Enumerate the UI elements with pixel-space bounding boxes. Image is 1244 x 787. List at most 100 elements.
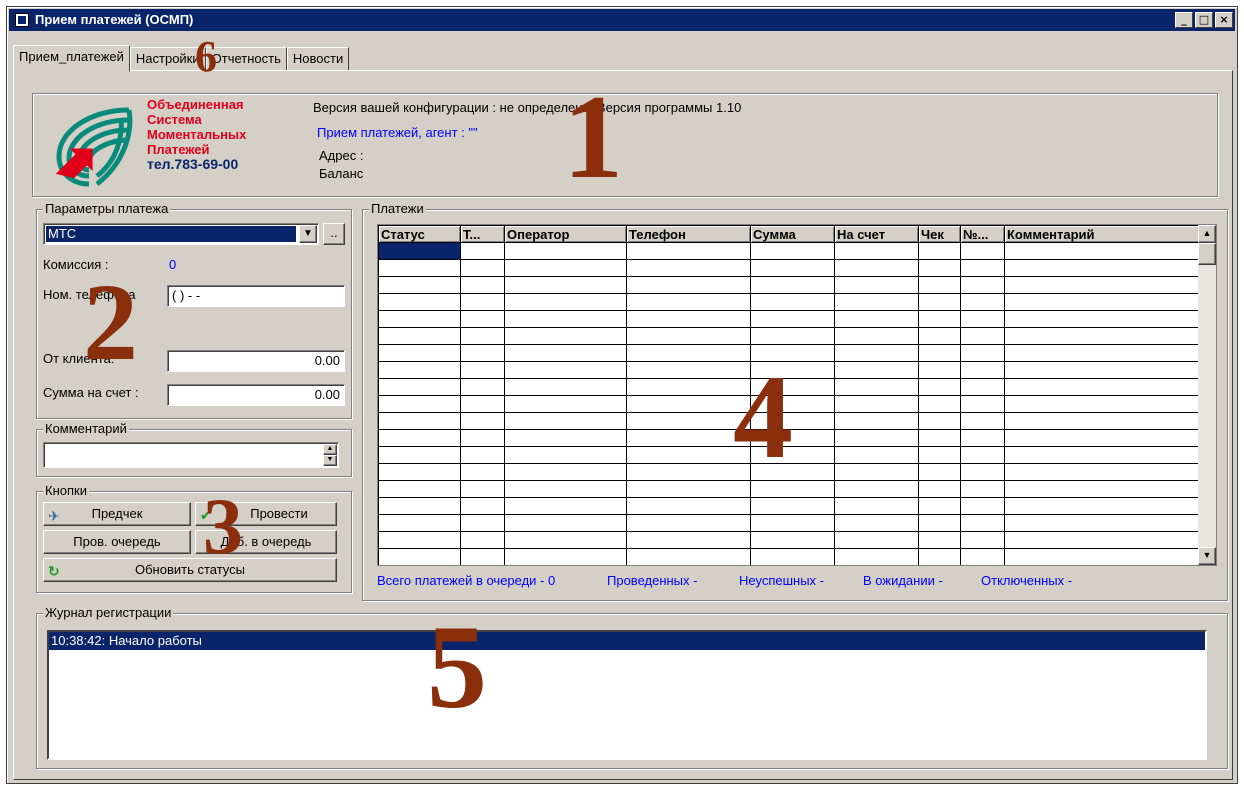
table-cell[interactable] <box>918 395 961 413</box>
table-cell[interactable] <box>750 480 835 498</box>
table-cell[interactable] <box>460 310 505 328</box>
table-cell[interactable] <box>460 480 505 498</box>
table-cell[interactable] <box>626 429 751 447</box>
table-cell[interactable] <box>918 429 961 447</box>
table-cell[interactable] <box>834 429 919 447</box>
table-cell[interactable] <box>1004 293 1201 311</box>
table-cell[interactable] <box>626 497 751 515</box>
table-cell[interactable] <box>378 480 461 498</box>
table-cell[interactable] <box>750 327 835 345</box>
column-header[interactable]: Комментарий <box>1004 225 1201 243</box>
table-cell[interactable] <box>504 242 627 260</box>
table-row[interactable] <box>378 361 1201 379</box>
table-cell[interactable] <box>460 344 505 362</box>
log-entry[interactable]: 10:38:42: Начало работы <box>49 632 1205 650</box>
table-cell[interactable] <box>378 548 461 565</box>
table-cell[interactable] <box>460 531 505 549</box>
table-cell[interactable] <box>460 293 505 311</box>
table-cell[interactable] <box>378 446 461 464</box>
table-row[interactable] <box>378 463 1201 481</box>
table-cell[interactable] <box>626 514 751 532</box>
table-cell[interactable] <box>626 480 751 498</box>
table-cell[interactable] <box>1004 242 1201 260</box>
table-cell[interactable] <box>1004 497 1201 515</box>
title-bar[interactable]: Прием платежей (ОСМП) _ □ × <box>9 9 1235 31</box>
minimize-button[interactable]: _ <box>1175 12 1193 28</box>
table-row[interactable] <box>378 259 1201 277</box>
table-cell[interactable] <box>626 548 751 565</box>
table-cell[interactable] <box>960 259 1005 277</box>
table-cell[interactable] <box>626 344 751 362</box>
table-cell[interactable] <box>1004 548 1201 565</box>
payments-grid[interactable]: Статус Т... Оператор Телефон Сумма На счет Чек… <box>377 224 1217 566</box>
table-cell[interactable] <box>504 514 627 532</box>
from-client-input[interactable]: 0.00 <box>167 350 345 372</box>
table-cell[interactable] <box>750 293 835 311</box>
table-cell[interactable] <box>504 259 627 277</box>
table-cell[interactable] <box>460 242 505 260</box>
table-cell[interactable] <box>460 395 505 413</box>
table-cell[interactable] <box>960 514 1005 532</box>
table-cell[interactable] <box>1004 514 1201 532</box>
table-cell[interactable] <box>960 497 1005 515</box>
table-cell[interactable] <box>378 242 461 260</box>
table-cell[interactable] <box>918 327 961 345</box>
table-cell[interactable] <box>504 293 627 311</box>
comment-input[interactable] <box>43 442 339 468</box>
table-row[interactable] <box>378 480 1201 498</box>
table-cell[interactable] <box>378 293 461 311</box>
table-cell[interactable] <box>960 378 1005 396</box>
table-cell[interactable] <box>1004 531 1201 549</box>
column-header[interactable]: Т... <box>460 225 505 243</box>
table-cell[interactable] <box>834 446 919 464</box>
table-cell[interactable] <box>378 259 461 277</box>
table-cell[interactable] <box>378 310 461 328</box>
table-cell[interactable] <box>626 531 751 549</box>
table-cell[interactable] <box>378 429 461 447</box>
table-cell[interactable] <box>460 446 505 464</box>
table-cell[interactable] <box>626 361 751 379</box>
table-cell[interactable] <box>960 327 1005 345</box>
table-cell[interactable] <box>626 378 751 396</box>
table-cell[interactable] <box>504 310 627 328</box>
table-cell[interactable] <box>750 446 835 464</box>
table-cell[interactable] <box>834 293 919 311</box>
table-cell[interactable] <box>918 463 961 481</box>
scroll-thumb[interactable] <box>1198 243 1216 265</box>
table-cell[interactable] <box>750 276 835 294</box>
table-cell[interactable] <box>750 361 835 379</box>
table-row[interactable] <box>378 310 1201 328</box>
column-header[interactable]: Статус <box>378 225 461 243</box>
table-cell[interactable] <box>1004 395 1201 413</box>
table-cell[interactable] <box>834 497 919 515</box>
table-cell[interactable] <box>626 310 751 328</box>
table-cell[interactable] <box>750 548 835 565</box>
table-cell[interactable] <box>460 327 505 345</box>
column-header[interactable]: Сумма <box>750 225 835 243</box>
table-cell[interactable] <box>960 548 1005 565</box>
phone-input[interactable]: ( ) - - <box>167 285 345 307</box>
table-cell[interactable] <box>960 242 1005 260</box>
tab-settings[interactable]: Настройки <box>129 47 206 71</box>
table-cell[interactable] <box>378 463 461 481</box>
table-row[interactable] <box>378 548 1201 565</box>
to-account-input[interactable]: 0.00 <box>167 384 345 406</box>
table-cell[interactable] <box>378 344 461 362</box>
table-cell[interactable] <box>750 242 835 260</box>
table-cell[interactable] <box>378 378 461 396</box>
table-cell[interactable] <box>834 463 919 481</box>
table-cell[interactable] <box>1004 344 1201 362</box>
spin-down-icon[interactable]: ▼ <box>323 455 337 466</box>
maximize-button[interactable]: □ <box>1195 12 1213 28</box>
table-cell[interactable] <box>378 514 461 532</box>
close-button[interactable]: × <box>1215 12 1233 28</box>
table-row[interactable] <box>378 412 1201 430</box>
table-cell[interactable] <box>378 395 461 413</box>
table-cell[interactable] <box>1004 310 1201 328</box>
table-cell[interactable] <box>834 548 919 565</box>
table-cell[interactable] <box>960 395 1005 413</box>
table-cell[interactable] <box>918 344 961 362</box>
table-cell[interactable] <box>460 463 505 481</box>
table-cell[interactable] <box>460 548 505 565</box>
table-cell[interactable] <box>918 361 961 379</box>
